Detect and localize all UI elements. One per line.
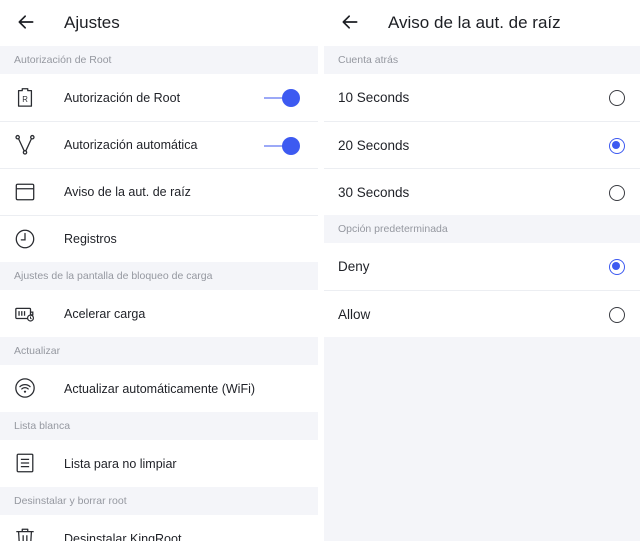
option-30-seconds[interactable]: 30 Seconds bbox=[324, 168, 640, 215]
section-header-whitelist: Lista blanca bbox=[0, 412, 318, 440]
branch-icon bbox=[15, 134, 35, 155]
radio-button[interactable] bbox=[609, 307, 625, 323]
option-allow[interactable]: Allow bbox=[324, 290, 640, 337]
setting-label: Acelerar carga bbox=[64, 306, 146, 321]
setting-label: Registros bbox=[64, 232, 117, 246]
window-icon bbox=[15, 183, 35, 201]
radio-button[interactable] bbox=[609, 259, 625, 275]
option-label: Deny bbox=[338, 259, 370, 274]
section-header-lockscreen: Ajustes de la pantalla de bloqueo de car… bbox=[0, 262, 318, 290]
charging-icon bbox=[15, 307, 35, 322]
option-label: 30 Seconds bbox=[338, 184, 410, 200]
svg-text:R: R bbox=[22, 95, 28, 104]
root-authorization-toggle[interactable] bbox=[264, 89, 300, 107]
setting-root-authorization[interactable]: R Autorización de Root bbox=[0, 74, 318, 121]
radio-button[interactable] bbox=[609, 138, 625, 154]
setting-label: Lista para no limpiar bbox=[64, 456, 177, 471]
section-header-uninstall: Desinstalar y borrar root bbox=[0, 487, 318, 515]
setting-logs[interactable]: Registros bbox=[0, 215, 318, 262]
setting-label: Actualizar automáticamente (WiFi) bbox=[64, 381, 256, 396]
section-header-default-option: Opción predeterminada bbox=[324, 215, 640, 243]
setting-whitelist[interactable]: Lista para no limpiar bbox=[0, 440, 318, 487]
option-10-seconds[interactable]: 10 Seconds bbox=[324, 74, 640, 121]
section-header-root: Autorización de Root bbox=[0, 46, 318, 74]
trash-icon bbox=[16, 528, 34, 541]
list-icon bbox=[16, 453, 34, 473]
setting-label: Autorización de Root bbox=[64, 90, 181, 105]
setting-auto-update[interactable]: Actualizar automáticamente (WiFi) bbox=[0, 365, 318, 412]
wifi-icon bbox=[15, 378, 35, 398]
section-header-countdown: Cuenta atrás bbox=[324, 46, 640, 74]
setting-fast-charge[interactable]: Acelerar carga bbox=[0, 290, 318, 337]
option-label: Allow bbox=[338, 306, 371, 322]
setting-root-prompt[interactable]: Aviso de la aut. de raíz bbox=[0, 168, 318, 215]
root-badge-icon: R bbox=[17, 88, 33, 107]
back-button[interactable] bbox=[338, 10, 362, 34]
toggle-thumb bbox=[282, 89, 300, 107]
option-20-seconds[interactable]: 20 Seconds bbox=[324, 121, 640, 168]
option-label: 20 Seconds bbox=[338, 137, 410, 153]
setting-label: Autorización automática bbox=[64, 138, 198, 152]
arrow-left-icon bbox=[18, 15, 34, 29]
root-prompt-panel: Aviso de la aut. de raíz Cuenta atrás 10… bbox=[324, 0, 640, 541]
setting-auto-authorization[interactable]: Autorización automática bbox=[0, 121, 318, 168]
toggle-thumb bbox=[282, 137, 300, 155]
app-bar: Aviso de la aut. de raíz bbox=[324, 0, 640, 46]
back-button[interactable] bbox=[14, 10, 38, 34]
radio-button[interactable] bbox=[609, 90, 625, 106]
arrow-left-icon bbox=[342, 15, 358, 29]
setting-uninstall[interactable]: Desinstalar KingRoot bbox=[0, 515, 318, 541]
settings-panel: Ajustes Autorización de Root R Autorizac… bbox=[0, 0, 318, 541]
page-title: Aviso de la aut. de raíz bbox=[388, 13, 561, 32]
radio-button[interactable] bbox=[609, 185, 625, 201]
setting-label: Aviso de la aut. de raíz bbox=[64, 185, 191, 199]
page-title: Ajustes bbox=[64, 13, 120, 32]
setting-label: Desinstalar KingRoot bbox=[64, 531, 182, 541]
auto-authorization-toggle[interactable] bbox=[264, 137, 300, 155]
clock-icon bbox=[15, 229, 35, 249]
app-bar: Ajustes bbox=[0, 0, 318, 46]
option-label: 10 Seconds bbox=[338, 90, 410, 105]
section-header-update: Actualizar bbox=[0, 337, 318, 365]
option-deny[interactable]: Deny bbox=[324, 243, 640, 290]
